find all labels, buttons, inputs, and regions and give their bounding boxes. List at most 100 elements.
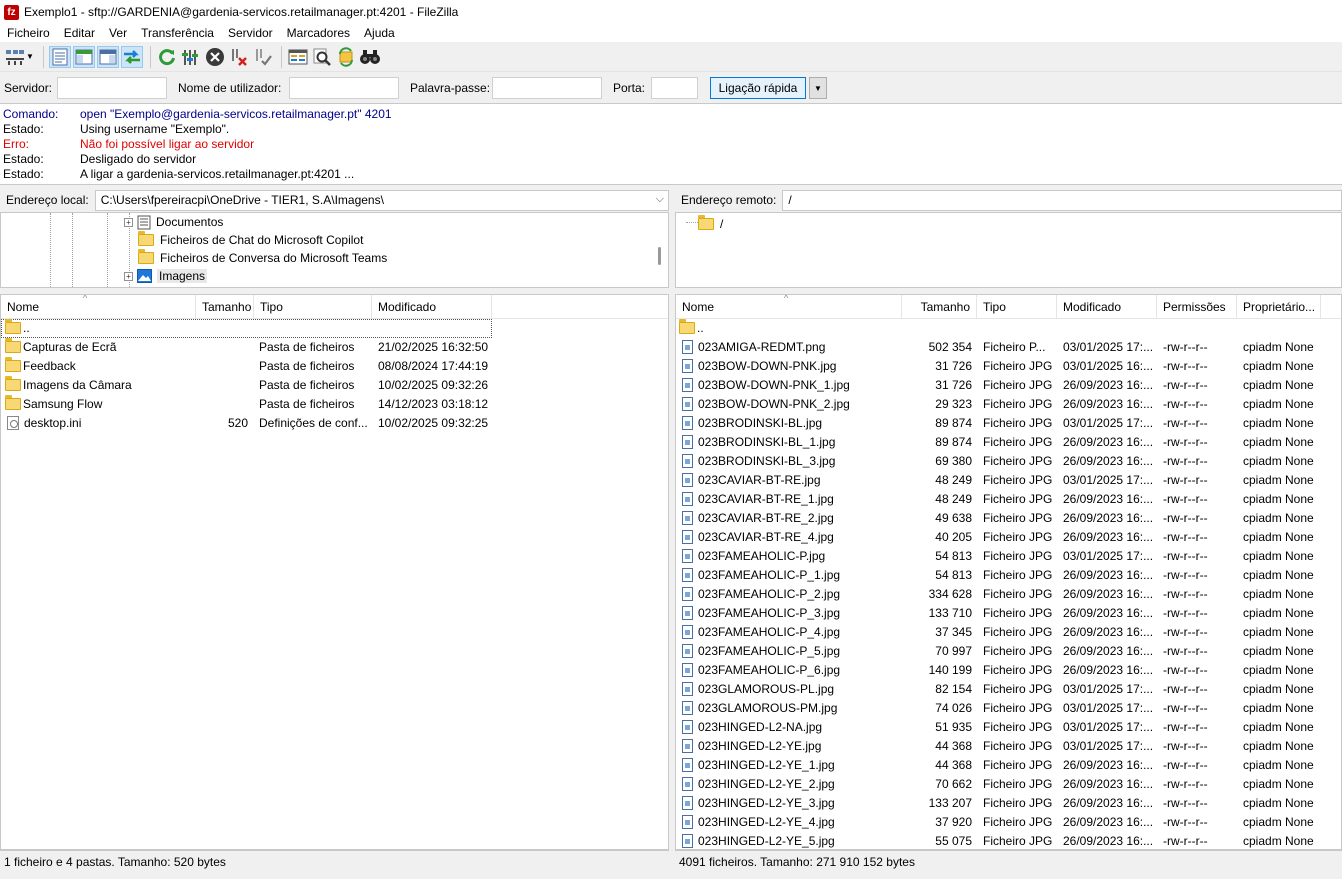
local-file-list[interactable]: Nome ^ Tamanho Tipo Modificado .. Captura… bbox=[0, 294, 669, 850]
toggle-transfer-queue-button[interactable] bbox=[120, 45, 143, 68]
table-row[interactable]: Capturas de Ecrã Pasta de ficheiros 21/02/… bbox=[1, 338, 668, 357]
table-row[interactable]: 023CAVIAR-BT-RE.jpg 48 249 Ficheiro JPG 03/… bbox=[676, 471, 1341, 490]
quickconnect-button[interactable]: Ligação rápida bbox=[710, 77, 806, 99]
chevron-down-icon[interactable]: ⌵ bbox=[656, 193, 664, 206]
table-row[interactable]: 023HINGED-L2-NA.jpg 51 935 Ficheiro JPG 03/… bbox=[676, 718, 1341, 737]
table-row[interactable]: 023HINGED-L2-YE.jpg 44 368 Ficheiro JPG 03/… bbox=[676, 737, 1341, 756]
table-row[interactable]: 023FAMEAHOLIC-P_2.jpg 334 628 Ficheiro JPG… bbox=[676, 585, 1341, 604]
table-row[interactable]: 023FAMEAHOLIC-P_3.jpg 133 710 Ficheiro JPG… bbox=[676, 604, 1341, 623]
tree-item-root[interactable]: / bbox=[698, 215, 723, 233]
table-row[interactable]: 023BOW-DOWN-PNK_1.jpg 31 726 Ficheiro JPG 2… bbox=[676, 376, 1341, 395]
table-row[interactable]: 023GLAMOROUS-PM.jpg 74 026 Ficheiro JPG 03/… bbox=[676, 699, 1341, 718]
menu-servidor[interactable]: Servidor bbox=[228, 26, 273, 40]
table-row[interactable]: Feedback Pasta de ficheiros 08/08/2024 17:… bbox=[1, 357, 668, 376]
column-header-modified[interactable]: Modificado bbox=[372, 295, 492, 319]
remote-file-list[interactable]: Nome ^ Tamanho Tipo Modificado Permissõe… bbox=[675, 294, 1342, 850]
username-label: Nome de utilizador: bbox=[178, 81, 282, 95]
toggle-message-log-button[interactable] bbox=[48, 45, 71, 68]
table-row[interactable]: 023HINGED-L2-YE_3.jpg 133 207 Ficheiro JPG… bbox=[676, 794, 1341, 813]
local-address-input[interactable]: C:\Users\fpereiracpi\OneDrive - TIER1, S… bbox=[94, 189, 669, 211]
table-row[interactable]: Samsung Flow Pasta de ficheiros 14/12/2023… bbox=[1, 395, 668, 414]
menu-ver[interactable]: Ver bbox=[109, 26, 127, 40]
tree-item-teams-chat-files[interactable]: Ficheiros de Conversa do Microsoft Teams bbox=[138, 249, 387, 267]
remote-directory-tree[interactable]: / bbox=[675, 212, 1342, 288]
column-header-size[interactable]: Tamanho bbox=[902, 295, 977, 319]
disconnect-button[interactable] bbox=[228, 46, 250, 68]
table-row[interactable]: .. bbox=[1, 319, 492, 338]
table-row[interactable]: 023BOW-DOWN-PNK_2.jpg 29 323 Ficheiro JPG 2… bbox=[676, 395, 1341, 414]
table-row[interactable]: 023BRODINSKI-BL.jpg 89 874 Ficheiro JPG 03/… bbox=[676, 414, 1341, 433]
image-file-icon bbox=[682, 492, 693, 506]
table-row[interactable]: 023FAMEAHOLIC-P_1.jpg 54 813 Ficheiro JPG 2… bbox=[676, 566, 1341, 585]
filename-filter-button[interactable] bbox=[311, 46, 333, 68]
site-manager-dropdown-icon[interactable]: ▼ bbox=[26, 52, 34, 61]
table-row[interactable]: .. bbox=[676, 319, 1341, 338]
table-row[interactable]: 023BRODINSKI-BL_3.jpg 69 380 Ficheiro JPG 2… bbox=[676, 452, 1341, 471]
menu-editar[interactable]: Editar bbox=[64, 26, 95, 40]
synchronized-browsing-button[interactable] bbox=[335, 46, 357, 68]
host-input[interactable] bbox=[57, 77, 167, 99]
expand-icon[interactable]: + bbox=[124, 271, 133, 281]
cancel-operation-button[interactable] bbox=[204, 46, 226, 68]
table-row[interactable]: 023FAMEAHOLIC-P_6.jpg 140 199 Ficheiro JPG… bbox=[676, 661, 1341, 680]
menu-marcadores[interactable]: Marcadores bbox=[287, 26, 350, 40]
directory-comparison-button[interactable] bbox=[287, 46, 309, 68]
column-header-name[interactable]: Nome ^ bbox=[676, 295, 902, 319]
expand-icon[interactable]: + bbox=[124, 217, 133, 227]
site-manager-button[interactable] bbox=[4, 46, 26, 68]
table-row[interactable]: 023AMIGA-REDMT.png 502 354 Ficheiro P... 03… bbox=[676, 338, 1341, 357]
reconnect-button[interactable] bbox=[252, 46, 274, 68]
tree-item-imagens[interactable]: + Imagens bbox=[124, 267, 208, 285]
column-header-type[interactable]: Tipo bbox=[254, 295, 372, 319]
toggle-remote-tree-button[interactable] bbox=[96, 45, 119, 68]
cell-owner: cpiadm None bbox=[1243, 587, 1314, 601]
table-row[interactable]: 023HINGED-L2-YE_1.jpg 44 368 Ficheiro JPG 2… bbox=[676, 756, 1341, 775]
table-row[interactable]: desktop.ini 520 Definições de conf... 10/02… bbox=[1, 414, 668, 433]
remote-search-button[interactable] bbox=[359, 46, 381, 68]
quickconnect-history-dropdown[interactable]: ▼ bbox=[809, 77, 827, 99]
table-row[interactable]: 023FAMEAHOLIC-P_4.jpg 37 345 Ficheiro JPG 2… bbox=[676, 623, 1341, 642]
table-row[interactable]: 023HINGED-L2-YE_5.jpg 55 075 Ficheiro JPG 2… bbox=[676, 832, 1341, 849]
local-directory-tree[interactable]: + Documentos Ficheiros de Chat do Micros… bbox=[0, 212, 669, 288]
cell-type: Ficheiro P... bbox=[983, 340, 1046, 354]
table-row[interactable]: 023CAVIAR-BT-RE_2.jpg 49 638 Ficheiro JPG 2… bbox=[676, 509, 1341, 528]
cell-owner: cpiadm None bbox=[1243, 720, 1314, 734]
column-header-type[interactable]: Tipo bbox=[977, 295, 1057, 319]
table-row[interactable]: 023CAVIAR-BT-RE_1.jpg 48 249 Ficheiro JPG 2… bbox=[676, 490, 1341, 509]
file-name: 023FAMEAHOLIC-P_2.jpg bbox=[698, 587, 841, 601]
table-row[interactable]: Imagens da Câmara Pasta de ficheiros 10/02… bbox=[1, 376, 668, 395]
menu-transferencia[interactable]: Transferência bbox=[141, 26, 214, 40]
column-header-name[interactable]: Nome ^ bbox=[1, 295, 196, 319]
column-header-owner[interactable]: Proprietário... bbox=[1237, 295, 1321, 319]
process-queue-button[interactable] bbox=[180, 46, 202, 68]
menu-ficheiro[interactable]: Ficheiro bbox=[7, 26, 50, 40]
file-name: Feedback bbox=[23, 359, 76, 373]
username-input[interactable] bbox=[289, 77, 399, 99]
password-input[interactable] bbox=[492, 77, 602, 99]
pane-splitter[interactable] bbox=[669, 188, 675, 879]
refresh-button[interactable] bbox=[156, 46, 178, 68]
table-row[interactable]: 023HINGED-L2-YE_2.jpg 70 662 Ficheiro JPG 2… bbox=[676, 775, 1341, 794]
table-row[interactable]: 023BRODINSKI-BL_1.jpg 89 874 Ficheiro JPG 2… bbox=[676, 433, 1341, 452]
remote-address-input[interactable]: / bbox=[782, 189, 1342, 211]
port-input[interactable] bbox=[651, 77, 698, 99]
column-header-size[interactable]: Tamanho bbox=[196, 295, 254, 319]
menu-ajuda[interactable]: Ajuda bbox=[364, 26, 395, 40]
cell-type bbox=[259, 319, 369, 338]
table-row[interactable]: 023CAVIAR-BT-RE_4.jpg 40 205 Ficheiro JPG 2… bbox=[676, 528, 1341, 547]
table-row[interactable]: 023HINGED-L2-YE_4.jpg 37 920 Ficheiro JPG 2… bbox=[676, 813, 1341, 832]
cell-type: Pasta de ficheiros bbox=[259, 378, 355, 392]
column-header-modified[interactable]: Modificado bbox=[1057, 295, 1157, 319]
cell-owner: cpiadm None bbox=[1243, 606, 1314, 620]
toggle-local-tree-button[interactable] bbox=[72, 45, 95, 68]
table-row[interactable]: 023FAMEAHOLIC-P.jpg 54 813 Ficheiro JPG 03/… bbox=[676, 547, 1341, 566]
table-row[interactable]: 023FAMEAHOLIC-P_5.jpg 70 997 Ficheiro JPG 2… bbox=[676, 642, 1341, 661]
table-row[interactable]: 023BOW-DOWN-PNK.jpg 31 726 Ficheiro JPG 03/… bbox=[676, 357, 1341, 376]
tree-item-documentos[interactable]: + Documentos bbox=[124, 213, 223, 231]
cell-owner: cpiadm None bbox=[1243, 378, 1314, 392]
tree-item-copilot-chat-files[interactable]: Ficheiros de Chat do Microsoft Copilot bbox=[138, 231, 363, 249]
local-tree-scrollbar[interactable] bbox=[658, 247, 661, 265]
column-header-permissions[interactable]: Permissões bbox=[1157, 295, 1237, 319]
message-log[interactable]: Comando: open "Exemplo@gardenia-servicos… bbox=[0, 104, 1342, 185]
table-row[interactable]: 023GLAMOROUS-PL.jpg 82 154 Ficheiro JPG 03/… bbox=[676, 680, 1341, 699]
